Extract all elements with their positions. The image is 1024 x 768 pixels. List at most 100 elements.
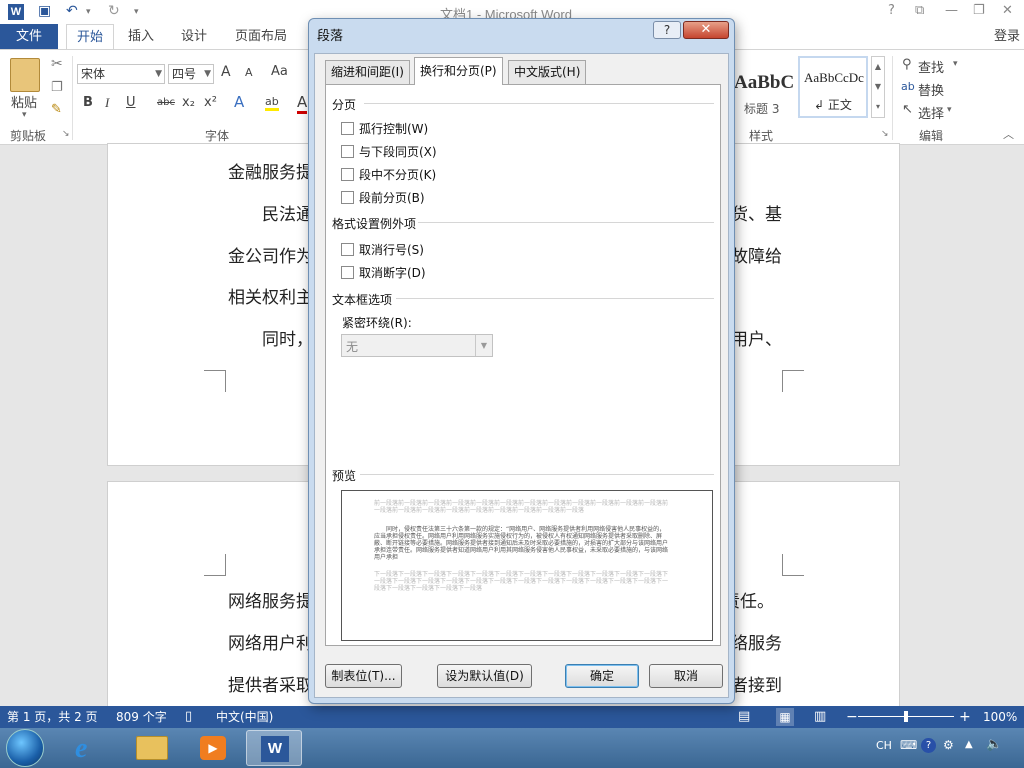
subscript-button[interactable]: x₂ bbox=[182, 95, 195, 110]
undo-icon[interactable]: ↶ bbox=[66, 3, 78, 19]
copy-icon[interactable]: ❐ bbox=[51, 80, 63, 95]
zoom-slider[interactable] bbox=[858, 711, 954, 722]
volume-icon[interactable]: 🔈 bbox=[986, 737, 1002, 752]
checkbox-box[interactable] bbox=[341, 145, 354, 158]
checkbox-suppress-line-numbers[interactable]: 取消行号(S) bbox=[341, 241, 461, 257]
replace-button[interactable]: 替换 bbox=[918, 80, 944, 99]
checkbox-box[interactable] bbox=[341, 168, 354, 181]
page-count[interactable]: 第 1 页，共 2 页 bbox=[7, 706, 98, 728]
clipboard-launcher-icon[interactable]: ↘ bbox=[62, 129, 70, 139]
paste-dropdown-icon[interactable]: ▾ bbox=[22, 110, 27, 120]
shrink-font-button[interactable]: A bbox=[245, 66, 253, 79]
underline-button[interactable]: U bbox=[126, 95, 136, 110]
restore-icon[interactable]: ❐ bbox=[973, 3, 985, 18]
margin-corner-mark bbox=[204, 370, 226, 392]
read-mode-icon[interactable]: ▤ bbox=[738, 706, 750, 728]
checkbox-keep-lines-together[interactable]: 段中不分页(K) bbox=[341, 166, 461, 182]
checkbox-box[interactable] bbox=[341, 243, 354, 256]
paste-icon[interactable] bbox=[10, 58, 40, 92]
zoom-slider-thumb[interactable] bbox=[904, 711, 908, 722]
ime-settings-icon[interactable]: ⚙ bbox=[943, 738, 954, 752]
tab-line-page-breaks[interactable]: 换行和分页(P) bbox=[414, 57, 503, 85]
checkbox-dont-hyphenate[interactable]: 取消断字(D) bbox=[341, 264, 461, 280]
select-button[interactable]: 选择 bbox=[918, 103, 944, 122]
tabs-button[interactable]: 制表位(T)... bbox=[325, 664, 402, 688]
minimize-icon[interactable]: — bbox=[945, 3, 958, 18]
help-icon[interactable]: ? bbox=[888, 3, 895, 18]
undo-dropdown-icon[interactable]: ▾ bbox=[86, 7, 91, 17]
start-button-icon[interactable] bbox=[6, 729, 44, 767]
highlight-button[interactable]: ab bbox=[265, 95, 279, 111]
keyboard-icon[interactable]: ⌨ bbox=[900, 738, 917, 752]
ribbon-display-icon[interactable]: ⧉ bbox=[915, 3, 924, 18]
zoom-level[interactable]: 100% bbox=[983, 706, 1017, 728]
superscript-button[interactable]: x² bbox=[204, 95, 217, 110]
section-pagination: 分页 bbox=[332, 98, 357, 112]
styles-scroll[interactable]: ▲ ▼ ▾ bbox=[871, 56, 885, 118]
cut-icon[interactable]: ✂ bbox=[51, 56, 63, 72]
styles-launcher-icon[interactable]: ↘ bbox=[881, 129, 889, 139]
section-preview: 预览 bbox=[332, 469, 357, 483]
proofing-icon[interactable]: ▯ bbox=[185, 706, 192, 728]
ok-button[interactable]: 确定 bbox=[565, 664, 639, 688]
ime-help-icon[interactable]: ? bbox=[921, 738, 936, 753]
collapse-ribbon-icon[interactable]: ︿ bbox=[1003, 126, 1014, 142]
language-indicator[interactable]: 中文(中国) bbox=[216, 706, 273, 728]
paragraph-dialog: 段落 ? ✕ 缩进和间距(I) 换行和分页(P) 中文版式(H) 分页 孤行控制… bbox=[308, 18, 735, 704]
tab-insert[interactable]: 插入 bbox=[128, 24, 154, 49]
style-normal[interactable]: AaBbCcDc ↲ 正文 bbox=[798, 56, 868, 118]
chevron-down-icon[interactable]: ▼ bbox=[475, 335, 492, 356]
checkbox-box[interactable] bbox=[341, 191, 354, 204]
italic-button[interactable]: I bbox=[105, 95, 109, 111]
checkbox-box[interactable] bbox=[341, 266, 354, 279]
tab-home[interactable]: 开始 bbox=[66, 24, 115, 50]
word-app-icon[interactable]: W bbox=[8, 4, 24, 20]
select-dropdown-icon[interactable]: ▾ bbox=[947, 105, 952, 115]
doc-line-left: 同时， bbox=[228, 330, 313, 350]
show-hidden-icons[interactable]: ▲ bbox=[965, 739, 973, 750]
tab-page-layout[interactable]: 页面布局 bbox=[235, 24, 287, 49]
set-default-button[interactable]: 设为默认值(D) bbox=[437, 664, 532, 688]
grow-font-button[interactable]: A bbox=[221, 64, 231, 80]
close-window-icon[interactable]: ✕ bbox=[1002, 3, 1013, 18]
change-case-button[interactable]: Aa bbox=[271, 64, 288, 79]
font-name-combo[interactable]: 宋体 ▼ bbox=[77, 64, 165, 84]
save-icon[interactable]: ▣ bbox=[38, 3, 51, 19]
tab-indent-spacing[interactable]: 缩进和间距(I) bbox=[325, 60, 410, 84]
input-language[interactable]: CH bbox=[876, 739, 892, 752]
font-color-button[interactable]: A bbox=[297, 93, 308, 114]
strikethrough-button[interactable]: abc bbox=[157, 97, 175, 108]
text-effects-button[interactable]: A bbox=[234, 93, 244, 111]
tight-wrap-select[interactable]: 无 ▼ bbox=[341, 334, 493, 357]
taskbar-explorer[interactable] bbox=[124, 730, 180, 766]
taskbar-word[interactable]: W bbox=[246, 730, 302, 766]
paste-button[interactable]: 粘贴 bbox=[11, 92, 37, 111]
find-button[interactable]: 查找 bbox=[918, 57, 944, 76]
format-painter-icon[interactable]: ✎ bbox=[51, 102, 62, 117]
taskbar-media-player[interactable]: ▶ bbox=[185, 730, 241, 766]
checkbox-keep-with-next[interactable]: 与下段同页(X) bbox=[341, 143, 461, 159]
web-layout-icon[interactable]: ▥ bbox=[814, 706, 826, 728]
customize-qat-icon[interactable]: ▾ bbox=[134, 7, 139, 17]
taskbar-ie[interactable]: e bbox=[62, 730, 118, 766]
dialog-close-button[interactable]: ✕ bbox=[683, 21, 729, 39]
checkbox-page-break-before[interactable]: 段前分页(B) bbox=[341, 189, 461, 205]
checkbox-widow-control[interactable]: 孤行控制(W) bbox=[341, 120, 461, 136]
bold-button[interactable]: B bbox=[83, 95, 93, 110]
zoom-out-icon[interactable]: − bbox=[846, 706, 858, 728]
checkbox-box[interactable] bbox=[341, 122, 354, 135]
login-link[interactable]: 登录 bbox=[994, 24, 1020, 49]
font-size-combo[interactable]: 四号 ▼ bbox=[168, 64, 214, 84]
style-heading3[interactable]: AaBbC 标题 3 bbox=[732, 56, 796, 116]
dialog-help-button[interactable]: ? bbox=[653, 21, 681, 39]
word-count[interactable]: 809 个字 bbox=[116, 706, 167, 728]
print-layout-icon[interactable]: ▦ bbox=[776, 708, 794, 726]
tab-asian-typography[interactable]: 中文版式(H) bbox=[508, 60, 587, 84]
redo-icon[interactable]: ↻ bbox=[108, 3, 120, 19]
find-dropdown-icon[interactable]: ▾ bbox=[953, 59, 958, 69]
zoom-in-icon[interactable]: + bbox=[959, 706, 971, 728]
tab-file[interactable]: 文件 bbox=[0, 24, 58, 49]
section-divider bbox=[418, 222, 714, 223]
cancel-button[interactable]: 取消 bbox=[649, 664, 723, 688]
tab-design[interactable]: 设计 bbox=[181, 24, 207, 49]
